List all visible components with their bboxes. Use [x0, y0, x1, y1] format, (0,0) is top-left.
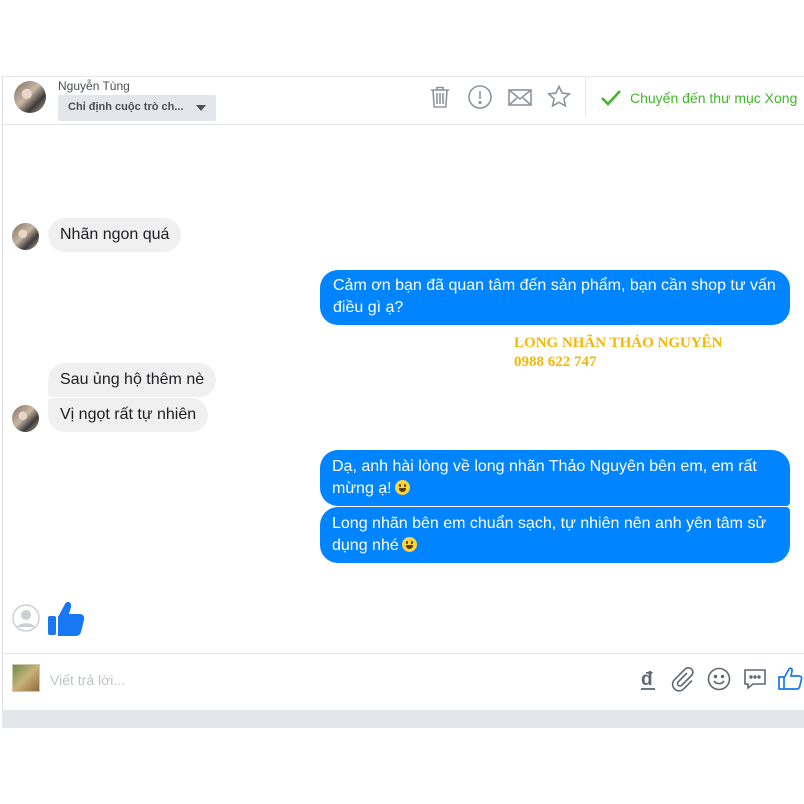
grinning-face-icon	[394, 480, 410, 495]
contact-name[interactable]: Nguyễn Tùng	[58, 79, 130, 93]
watermark-phone: 0988 622 747	[514, 354, 597, 370]
grinning-face-icon	[401, 537, 417, 552]
star-icon[interactable]	[546, 84, 572, 110]
check-icon	[601, 90, 621, 106]
message-text: Nhãn ngon quá	[60, 226, 170, 243]
like-icon[interactable]	[777, 666, 803, 692]
watermark-shop-name: LONG NHÃN THẢO NGUYÊN	[514, 335, 723, 351]
default-avatar-icon	[12, 604, 40, 632]
chevron-down-icon	[196, 105, 206, 111]
contact-avatar-small	[12, 223, 39, 250]
outgoing-message[interactable]: Cảm ơn bạn đã quan tâm đến sản phẩm, bạn…	[320, 270, 790, 325]
svg-text:đ: đ	[641, 669, 653, 690]
incoming-message[interactable]: Nhãn ngon quá	[48, 218, 182, 252]
trash-icon[interactable]	[427, 84, 453, 110]
report-icon[interactable]	[467, 84, 493, 110]
message-text: Long nhãn bên em chuẩn sạch, tự nhiên nê…	[332, 515, 767, 554]
contact-avatar[interactable]	[14, 81, 46, 113]
move-to-done-button[interactable]: Chuyển đến thư mục Xong	[600, 88, 797, 108]
assign-conversation-dropdown[interactable]: Chỉ định cuộc trò ch...	[58, 95, 216, 121]
page-avatar	[12, 664, 40, 692]
outgoing-message[interactable]: Dạ, anh hài lòng về long nhãn Thảo Nguyê…	[320, 450, 790, 506]
contact-avatar-small	[12, 405, 39, 432]
mail-icon[interactable]	[507, 84, 533, 110]
paperclip-icon[interactable]	[670, 666, 696, 692]
currency-icon[interactable]: đ	[636, 666, 662, 692]
window-bottom-bar	[2, 710, 804, 728]
incoming-message[interactable]: Vị ngọt rất tự nhiên	[48, 398, 209, 432]
reply-input[interactable]	[50, 670, 450, 690]
header-divider	[585, 76, 586, 116]
thumbs-up-sticker-icon	[46, 598, 86, 638]
composer-divider	[2, 653, 804, 654]
emoji-icon[interactable]	[706, 666, 732, 692]
incoming-message[interactable]: Sau ủng hộ thêm nè	[48, 363, 217, 397]
outgoing-message[interactable]: Long nhãn bên em chuẩn sạch, tự nhiên nê…	[320, 507, 790, 563]
shop-watermark: LONG NHÃN THẢO NGUYÊN 0988 622 747	[514, 334, 723, 372]
saved-replies-icon[interactable]	[742, 666, 768, 692]
assign-label: Chỉ định cuộc trò ch...	[68, 101, 184, 113]
message-text: Sau ủng hộ thêm nè	[60, 371, 205, 388]
message-text: Cảm ơn bạn đã quan tâm đến sản phẩm, bạn…	[333, 277, 776, 316]
message-text: Vị ngọt rất tự nhiên	[60, 406, 197, 423]
conversation-header: Nguyễn Tùng Chỉ định cuộc trò ch... Chuy…	[2, 76, 804, 125]
move-to-done-label: Chuyển đến thư mục Xong	[630, 90, 798, 106]
